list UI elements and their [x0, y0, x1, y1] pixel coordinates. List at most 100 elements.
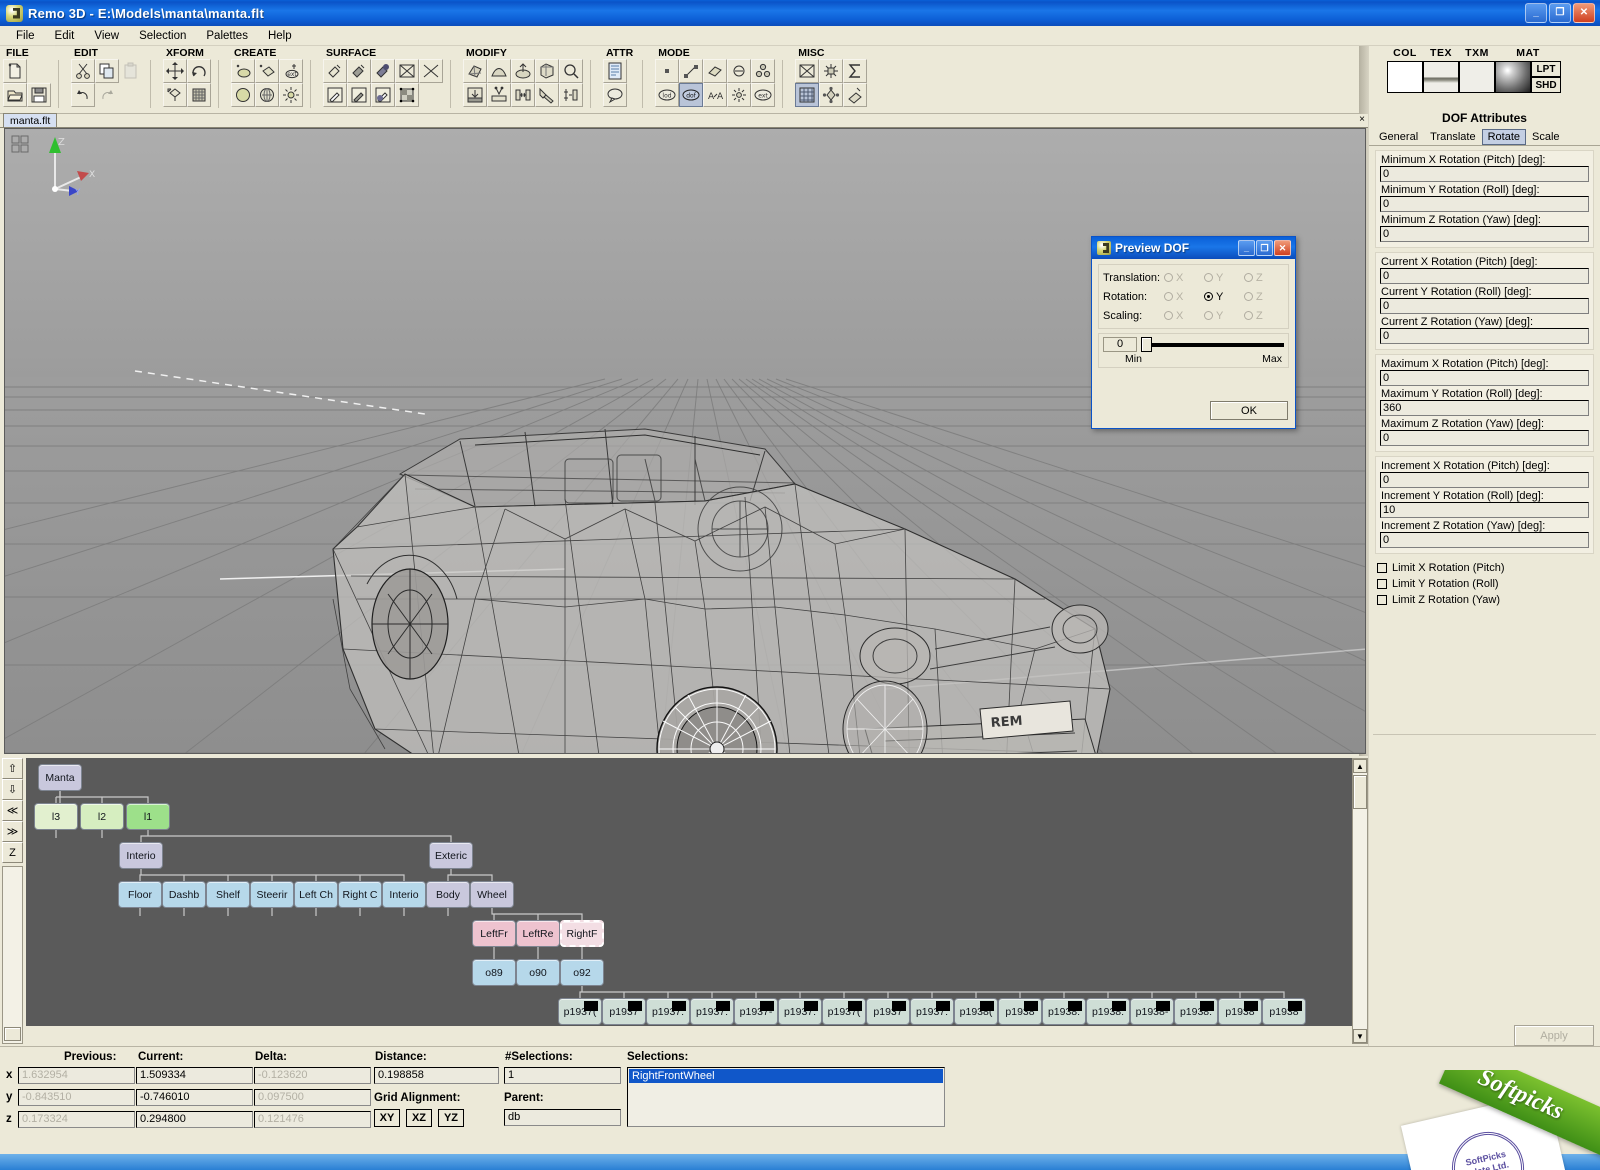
matrix-icon[interactable] — [187, 83, 211, 107]
viewport-grid-toggle-icon[interactable] — [11, 135, 31, 153]
translate-icon[interactable] — [163, 59, 187, 83]
graph-node[interactable]: p1938 — [1218, 998, 1262, 1025]
graph-node[interactable]: p1938- — [1130, 998, 1174, 1025]
pick-texture-icon[interactable] — [347, 83, 371, 107]
pick-material-icon[interactable] — [371, 83, 395, 107]
create-poly-icon[interactable] — [255, 59, 279, 83]
graph-node[interactable]: p1938 — [998, 998, 1042, 1025]
object-mode-icon[interactable] — [727, 59, 752, 83]
texture-swatch[interactable] — [1423, 61, 1459, 93]
graph-node[interactable]: p1937: — [690, 998, 734, 1025]
graph-left-scroll-thumb[interactable] — [4, 1027, 21, 1041]
undo-icon[interactable] — [71, 83, 95, 107]
document-tab-manta[interactable]: manta.flt — [3, 113, 58, 127]
lpt-button[interactable]: LPT — [1531, 61, 1561, 77]
attributes-icon[interactable] — [603, 59, 627, 83]
inc-y-rotation-input[interactable]: 10 — [1380, 502, 1589, 518]
menu-palettes[interactable]: Palettes — [196, 28, 258, 44]
grid-align-xy-button[interactable]: XY — [374, 1109, 400, 1127]
graph-node[interactable]: Wheel — [470, 881, 514, 908]
graph-node[interactable]: p1937: — [646, 998, 690, 1025]
graph-node[interactable]: Left Ch — [294, 881, 338, 908]
current-x-rotation-input[interactable]: 0 — [1380, 268, 1589, 284]
dof-slider-track[interactable] — [1141, 337, 1284, 352]
graph-node[interactable]: Shelf — [206, 881, 250, 908]
limit-y-rotation-row[interactable]: Limit Y Rotation (Roll) — [1369, 576, 1600, 592]
create-cylinder-icon[interactable] — [255, 83, 279, 107]
rotate-icon[interactable] — [187, 59, 211, 83]
clear-material-icon[interactable] — [419, 59, 443, 83]
uv-map-icon[interactable] — [395, 83, 419, 107]
vertex-mode-icon[interactable] — [655, 59, 680, 83]
minimize-button[interactable]: _ — [1525, 3, 1547, 23]
pick-color-icon[interactable] — [323, 83, 347, 107]
edge-mode-icon[interactable] — [679, 59, 704, 83]
graph-node[interactable]: o90 — [516, 959, 560, 986]
dof-slider-value[interactable]: 0 — [1103, 337, 1137, 352]
text-mode-icon[interactable]: AA — [703, 83, 728, 107]
graph-move-down-button[interactable]: ⇩ — [2, 779, 23, 800]
dialog-titlebar[interactable]: Preview DOF _ ❐ ✕ — [1092, 237, 1295, 259]
rotation-z-radio[interactable]: Z — [1244, 291, 1284, 303]
apply-button[interactable]: Apply — [1514, 1025, 1594, 1046]
limit-x-rotation-checkbox[interactable] — [1377, 563, 1387, 573]
lod-mode-icon[interactable]: lod — [655, 83, 680, 107]
graph-node[interactable]: Interio — [119, 842, 163, 869]
graph-node[interactable]: o89 — [472, 959, 516, 986]
scene-graph-canvas[interactable]: Manta l3 l2 l1 Interio Exteric Floor Dashb Shelf… — [26, 758, 1352, 1026]
dialog-maximize-button[interactable]: ❐ — [1256, 240, 1273, 256]
shd-button[interactable]: SHD — [1531, 77, 1561, 93]
node-icon[interactable] — [819, 83, 844, 107]
limit-y-rotation-checkbox[interactable] — [1377, 579, 1387, 589]
graph-node[interactable]: Manta — [38, 764, 82, 791]
group-mode-icon[interactable] — [751, 59, 776, 83]
deform-icon[interactable] — [535, 83, 559, 107]
external-mode-icon[interactable]: ext — [751, 83, 776, 107]
mirror-icon[interactable] — [511, 83, 535, 107]
paint-color-icon[interactable] — [323, 59, 347, 83]
graph-node[interactable]: p1937: — [910, 998, 954, 1025]
graph-node[interactable]: Right C — [338, 881, 382, 908]
scale-icon[interactable] — [163, 83, 187, 107]
align-icon[interactable] — [559, 83, 583, 107]
graph-node[interactable]: LeftFr — [472, 920, 516, 947]
menu-help[interactable]: Help — [258, 28, 302, 44]
graph-zoom-button[interactable]: Z — [2, 842, 23, 863]
open-file-icon[interactable] — [3, 83, 27, 107]
graph-left-scrollbar[interactable] — [2, 866, 23, 1044]
color-swatch[interactable] — [1387, 61, 1423, 93]
graph-node[interactable]: RightF — [560, 920, 604, 947]
new-file-icon[interactable] — [3, 59, 27, 83]
graph-node[interactable]: p1937( — [822, 998, 866, 1025]
graph-node[interactable]: p1937: — [778, 998, 822, 1025]
create-extrude-icon[interactable]: ext — [279, 59, 303, 83]
inspect-icon[interactable] — [559, 59, 583, 83]
create-star-icon[interactable] — [279, 83, 303, 107]
graph-node[interactable]: p1938: — [1086, 998, 1130, 1025]
tab-rotate[interactable]: Rotate — [1481, 129, 1527, 145]
graph-node[interactable]: LeftRe — [516, 920, 560, 947]
min-z-rotation-input[interactable]: 0 — [1380, 226, 1589, 242]
current-y-rotation-input[interactable]: 0 — [1380, 298, 1589, 314]
current-x-field[interactable]: 1.509334 — [136, 1067, 253, 1084]
distance-field[interactable]: 0.198858 — [374, 1067, 499, 1084]
graph-node[interactable]: p1937- — [734, 998, 778, 1025]
inc-z-rotation-input[interactable]: 0 — [1380, 532, 1589, 548]
subdivide-icon[interactable] — [535, 59, 559, 83]
graph-vertical-scrollbar[interactable]: ▲ ▼ — [1352, 758, 1368, 1044]
graph-node[interactable]: o92 — [560, 959, 604, 986]
clear-texture-icon[interactable] — [395, 59, 419, 83]
min-y-rotation-input[interactable]: 0 — [1380, 196, 1589, 212]
comment-icon[interactable] — [603, 83, 627, 107]
tab-scale[interactable]: Scale — [1526, 129, 1566, 145]
graph-vertical-scroll-thumb[interactable] — [1353, 775, 1367, 809]
graph-move-left-button[interactable]: ≪ — [2, 800, 23, 821]
min-x-rotation-input[interactable]: 0 — [1380, 166, 1589, 182]
close-button[interactable]: ✕ — [1573, 3, 1595, 23]
tab-translate[interactable]: Translate — [1424, 129, 1481, 145]
texturemap-swatch[interactable] — [1459, 61, 1495, 93]
graph-scroll-up-button[interactable]: ▲ — [1353, 759, 1367, 773]
save-file-icon[interactable] — [27, 83, 51, 107]
graph-node[interactable]: p1938 — [1262, 998, 1306, 1025]
limit-z-rotation-row[interactable]: Limit Z Rotation (Yaw) — [1369, 592, 1600, 608]
